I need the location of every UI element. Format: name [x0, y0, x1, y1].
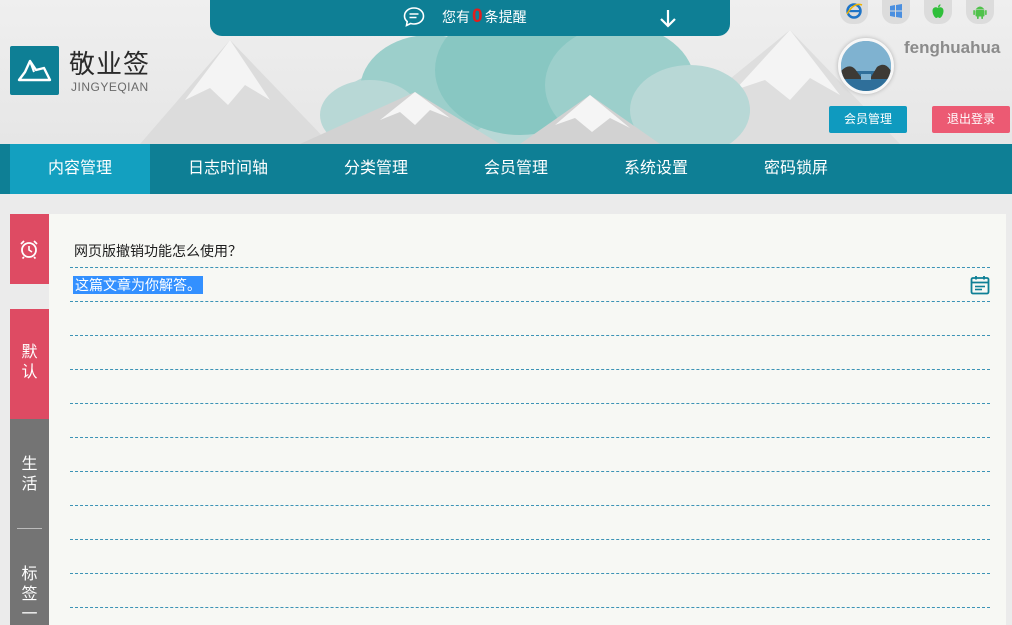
note-selected-text[interactable]: 这篇文章为你解答。 — [73, 276, 203, 294]
tab-divider — [17, 528, 42, 529]
notification-text: 您有 0 条提醒 — [442, 6, 527, 27]
avatar[interactable] — [838, 38, 894, 94]
ruled-line — [70, 471, 990, 472]
header: 您有 0 条提醒 敬业签 JINGYEQIAN fenghuahua 会员管理 退出… — [0, 0, 1012, 144]
arrow-down-icon[interactable] — [656, 6, 680, 30]
nav-content-management[interactable]: 内容管理 — [10, 144, 150, 194]
main-nav: 内容管理 日志时间轴 分类管理 会员管理 系统设置 密码锁屏 — [0, 144, 1012, 194]
ruled-line — [70, 369, 990, 370]
chat-bubble-icon — [403, 7, 425, 27]
logout-button[interactable]: 退出登录 — [932, 106, 1010, 133]
apple-icon[interactable] — [924, 0, 952, 24]
nav-category-management[interactable]: 分类管理 — [306, 144, 446, 194]
username: fenghuahua — [904, 38, 1001, 57]
logo-subtitle: JINGYEQIAN — [71, 80, 149, 94]
category-tabs: 默 认 生 活 标 签 一 — [10, 214, 49, 625]
logo-icon — [10, 46, 59, 95]
member-management-button[interactable]: 会员管理 — [829, 106, 907, 133]
calendar-icon[interactable] — [969, 274, 991, 296]
ruled-line — [70, 437, 990, 438]
ruled-line — [70, 301, 990, 302]
logo-title: 敬业签 — [69, 49, 151, 79]
ruled-line — [70, 335, 990, 336]
tab-life[interactable]: 生 活 标 签 一 — [10, 419, 49, 625]
note-title[interactable]: 网页版撤销功能怎么使用？ — [74, 241, 242, 261]
ruled-line — [70, 539, 990, 540]
nav-member-management[interactable]: 会员管理 — [446, 144, 586, 194]
ruled-line — [70, 403, 990, 404]
tab-reminder[interactable] — [10, 214, 49, 284]
alarm-clock-icon — [20, 240, 38, 260]
nav-password-lock[interactable]: 密码锁屏 — [726, 144, 866, 194]
nav-log-timeline[interactable]: 日志时间轴 — [160, 144, 296, 194]
ie-icon[interactable] — [840, 0, 868, 24]
notification-count: 0 — [472, 6, 483, 27]
ruled-line — [70, 607, 990, 608]
android-icon[interactable] — [966, 0, 994, 24]
ruled-line — [70, 573, 990, 574]
ruled-line — [70, 505, 990, 506]
nav-system-settings[interactable]: 系统设置 — [586, 144, 726, 194]
windows-icon[interactable] — [882, 0, 910, 24]
tab-tag-one[interactable]: 标 签 一 — [10, 565, 49, 625]
note-paper[interactable]: 网页版撤销功能怎么使用？ 这篇文章为你解答。 — [49, 214, 1006, 625]
ruled-line — [70, 267, 990, 268]
notification-bar[interactable]: 您有 0 条提醒 — [210, 0, 730, 36]
tab-default[interactable]: 默 认 — [10, 309, 49, 419]
